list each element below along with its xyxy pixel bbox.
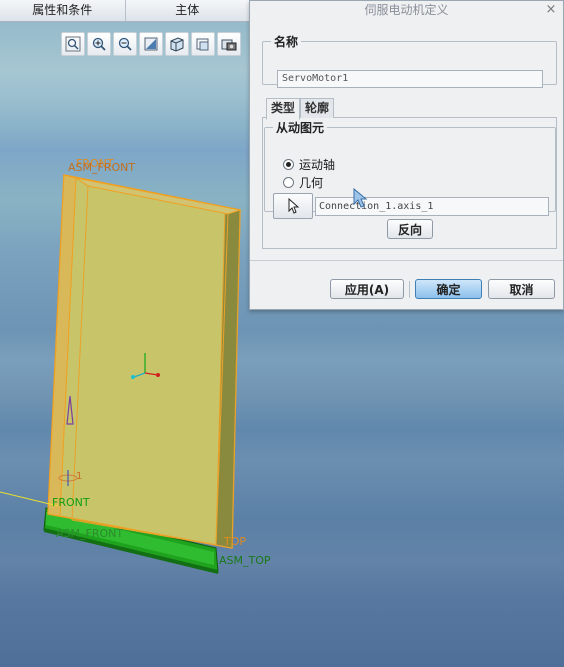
zoom-out-button[interactable] xyxy=(113,32,137,56)
radio-motion-axis[interactable]: 运动轴 xyxy=(283,156,335,172)
saved-views-icon xyxy=(196,38,209,51)
display-style-icon xyxy=(221,39,237,51)
radio-geometry-label: 几何 xyxy=(299,175,324,190)
zoom-window-icon xyxy=(65,36,81,52)
view-orientation-button[interactable] xyxy=(165,32,189,56)
servo-motor-definition-dialog: 伺服电动机定义 × 名称 ServoMotor1 类型 轮廓 从动图元 运动轴 … xyxy=(249,0,564,310)
tab-properties-conditions[interactable]: 属性和条件 xyxy=(0,0,126,21)
footer-divider xyxy=(250,260,563,261)
dialog-title: 伺服电动机定义 xyxy=(364,3,449,17)
saved-views-button[interactable] xyxy=(191,32,215,56)
name-input[interactable]: ServoMotor1 xyxy=(277,70,543,88)
select-reference-button[interactable] xyxy=(273,193,313,219)
connection-number-label: 1 xyxy=(76,471,83,482)
datum-label-asm-top: ASM_TOP xyxy=(219,554,271,567)
view-orientation-icon xyxy=(170,37,184,52)
zoom-out-icon xyxy=(118,37,132,51)
radio-button-unchecked[interactable] xyxy=(283,176,294,188)
cursor-arrow-icon xyxy=(288,198,300,214)
cancel-button[interactable]: 取消 xyxy=(488,279,555,299)
name-group-label: 名称 xyxy=(274,35,299,49)
reference-field[interactable]: Connection_1.axis_1 xyxy=(315,197,549,216)
top-tab-strip: 属性和条件 主体 xyxy=(0,0,250,22)
mouse-cursor-icon xyxy=(353,187,368,208)
tab-type[interactable]: 类型 xyxy=(266,98,301,120)
dialog-titlebar[interactable]: 伺服电动机定义 × xyxy=(250,1,563,19)
flip-button[interactable]: 反向 xyxy=(387,219,433,239)
button-separator xyxy=(409,281,410,298)
driven-entity-group: 从动图元 运动轴 几何 Connection_1.axis_1 xyxy=(264,119,556,219)
zoom-in-button[interactable] xyxy=(87,32,111,56)
part-body[interactable] xyxy=(47,174,242,549)
datum-label-top: TOP xyxy=(224,535,247,548)
datum-label-asm-front: ASM_FRONT xyxy=(68,161,136,174)
dialog-tabs: 类型 轮廓 xyxy=(266,98,335,120)
zoom-in-icon xyxy=(92,37,106,51)
datum-label-front-lower: FRONT xyxy=(52,496,90,509)
zoom-window-button[interactable] xyxy=(61,32,85,56)
refit-icon xyxy=(144,37,158,51)
display-style-button[interactable] xyxy=(217,32,241,56)
view-toolbar xyxy=(61,30,251,58)
radio-geometry[interactable]: 几何 xyxy=(283,174,323,190)
datum-label-asm-front-lower: ASM_FRONT xyxy=(56,527,124,540)
name-group: 名称 ServoMotor1 xyxy=(262,33,557,88)
tab-profile[interactable]: 轮廓 xyxy=(300,98,335,118)
refit-button[interactable] xyxy=(139,32,163,56)
radio-motion-axis-label: 运动轴 xyxy=(299,157,336,172)
tab-body[interactable]: 主体 xyxy=(126,0,250,21)
apply-button[interactable]: 应用(A) xyxy=(330,279,404,299)
radio-button-checked[interactable] xyxy=(283,158,294,170)
close-icon[interactable]: × xyxy=(545,1,557,19)
driven-entity-label: 从动图元 xyxy=(276,121,325,135)
ok-button[interactable]: 确定 xyxy=(415,279,482,299)
